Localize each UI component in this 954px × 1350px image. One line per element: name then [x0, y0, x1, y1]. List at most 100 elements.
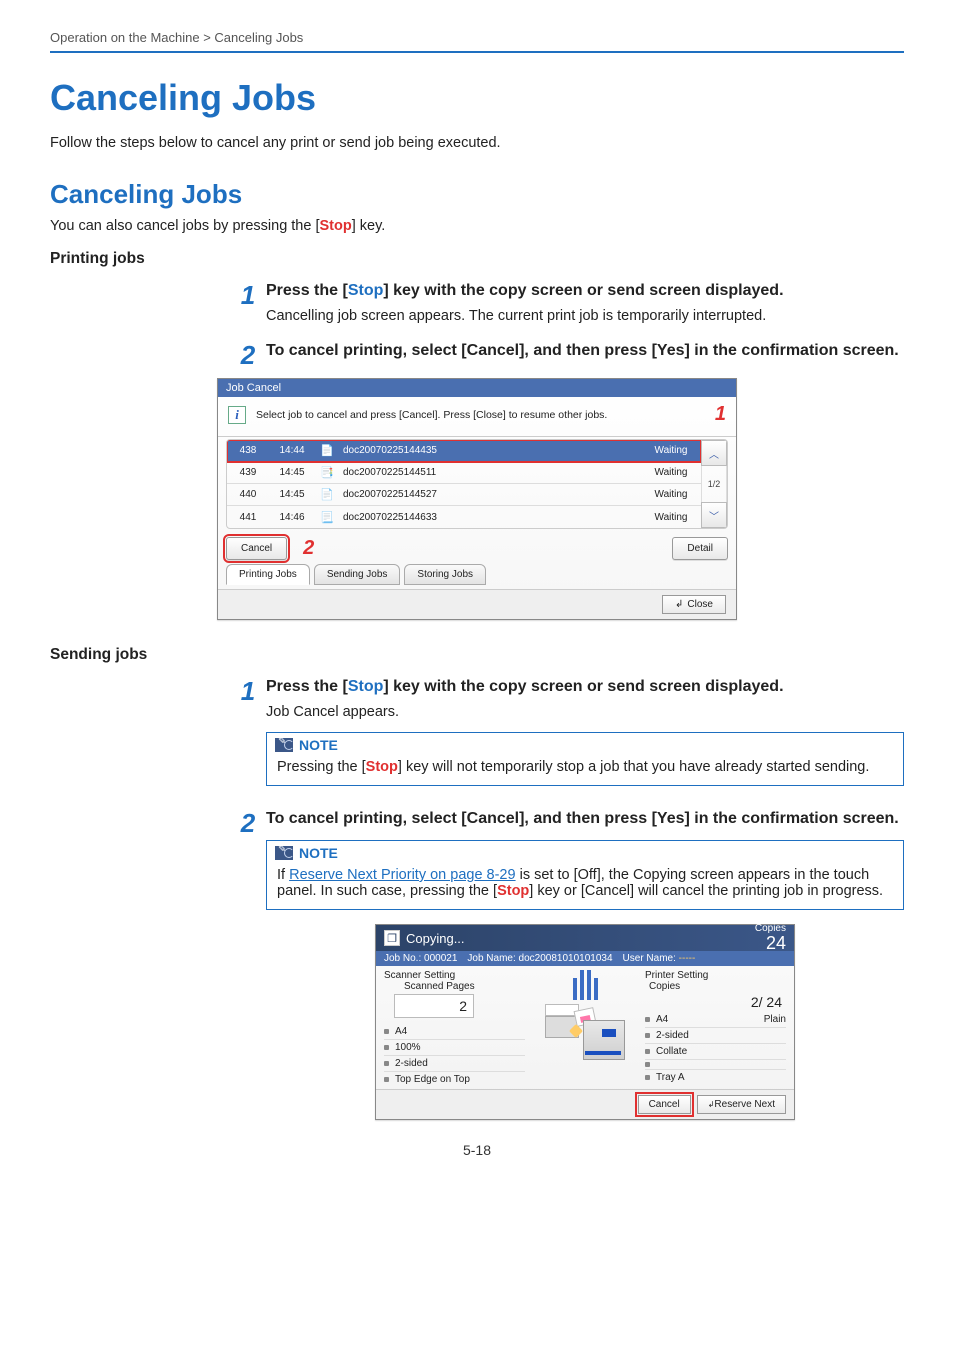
step1-text: Cancelling job screen appears. The curre… — [266, 308, 904, 324]
list-item: Collate — [656, 1046, 687, 1057]
cell-status: Waiting — [641, 512, 701, 523]
callout-2: 2 — [303, 537, 314, 560]
list-item: Tray A — [656, 1072, 685, 1083]
sending-step1-title-b: ] key with the copy screen or send scree… — [383, 678, 783, 695]
reserve-next-link[interactable]: Reserve Next Priority on page 8-29 — [289, 867, 515, 883]
list-item: 100% — [395, 1042, 421, 1053]
doc-type-icon: 📃 — [315, 511, 339, 524]
doc-type-icon: 📄 — [315, 488, 339, 501]
plain-label: Plain — [764, 1014, 786, 1025]
scanner-settings-list: A4 100% 2-sided Top Edge on Top — [384, 1024, 525, 1087]
jobno-value: 000021 — [424, 953, 457, 964]
sending-step1-text: Job Cancel appears. — [266, 704, 904, 720]
copy-cancel-button[interactable]: Cancel — [638, 1095, 691, 1114]
list-item: Top Edge on Top — [395, 1074, 470, 1085]
table-row[interactable]: 440 14:45 📄 doc20070225144527 Waiting — [227, 484, 701, 506]
list-item: A4 — [656, 1014, 668, 1025]
detail-button[interactable]: Detail — [672, 537, 728, 560]
doc-type-icon: 📑 — [315, 466, 339, 479]
sending-step-number-2: 2 — [236, 810, 266, 836]
scroll-down-button[interactable]: ﹀ — [701, 502, 727, 528]
cancel-button[interactable]: Cancel — [226, 537, 287, 560]
scanned-pages-value: 2 — [394, 994, 474, 1018]
cell-num: 440 — [227, 489, 269, 500]
sending-step2-title: To cancel printing, select [Cancel], and… — [266, 810, 904, 828]
table-row[interactable]: 439 14:45 📑 doc20070225144511 Waiting — [227, 462, 701, 484]
note2-a: If — [277, 867, 289, 883]
cell-name: doc20070225144435 — [339, 445, 641, 456]
note-box-1: NOTE Pressing the [Stop] key will not te… — [266, 732, 904, 786]
reserve-next-label: Reserve Next — [714, 1099, 775, 1110]
sending-jobs-heading: Sending jobs — [50, 646, 904, 664]
copies-value: 24 — [755, 934, 786, 952]
bullet-icon — [645, 1049, 650, 1054]
job-table: 438 14:44 📄 doc20070225144435 Waiting 43… — [226, 439, 728, 529]
section-title-h2: Canceling Jobs — [50, 179, 904, 210]
step-number-1: 1 — [236, 282, 266, 308]
note-icon — [275, 738, 293, 752]
subintro-part-a: You can also cancel jobs by pressing the… — [50, 218, 320, 234]
table-row[interactable]: 441 14:46 📃 doc20070225144633 Waiting — [227, 506, 701, 528]
list-item: 2-sided — [656, 1030, 689, 1041]
list-item: A4 — [395, 1026, 407, 1037]
cell-name: doc20070225144527 — [339, 489, 641, 500]
breadcrumb: Operation on the Machine > Canceling Job… — [50, 30, 904, 45]
step-number-2: 2 — [236, 342, 266, 368]
cell-name: doc20070225144633 — [339, 512, 641, 523]
cell-time: 14:44 — [269, 445, 315, 456]
page-title-h1: Canceling Jobs — [50, 77, 904, 119]
note1-a: Pressing the [ — [277, 759, 366, 775]
sending-step-number-1: 1 — [236, 678, 266, 704]
bullet-icon — [384, 1045, 389, 1050]
step2-title: To cancel printing, select [Cancel], and… — [266, 342, 904, 360]
step1-title-b: ] key with the copy screen or send scree… — [383, 282, 783, 299]
close-button[interactable]: ↲Close — [662, 595, 726, 614]
sending-step1-stop: Stop — [348, 678, 384, 695]
step1-stop: Stop — [348, 282, 384, 299]
tab-sending-jobs[interactable]: Sending Jobs — [314, 564, 401, 585]
tab-printing-jobs[interactable]: Printing Jobs — [226, 564, 310, 585]
jobname-value: doc20081010101034 — [519, 953, 613, 964]
note-body-2: If Reserve Next Priority on page 8-29 is… — [267, 865, 903, 909]
note2-stop: Stop — [497, 883, 529, 899]
jobname-label: Job Name: — [467, 953, 515, 964]
scanned-pages-label: Scanned Pages — [384, 981, 525, 992]
sending-step1-title-a: Press the [ — [266, 678, 348, 695]
copying-panel: ❐ Copying... Copies 24 Job No.: 000021 J… — [375, 924, 795, 1120]
doc-type-icon: 📄 — [315, 444, 339, 457]
page-number: 5-18 — [50, 1142, 904, 1158]
cell-status: Waiting — [641, 467, 701, 478]
bullet-icon — [645, 1062, 650, 1067]
note1-b: ] key will not temporarily stop a job th… — [398, 759, 870, 775]
bullet-icon — [645, 1017, 650, 1022]
bullet-icon — [384, 1029, 389, 1034]
panel-title: Job Cancel — [218, 379, 736, 397]
tab-storing-jobs[interactable]: Storing Jobs — [404, 564, 486, 585]
cell-time: 14:45 — [269, 467, 315, 478]
bullet-icon — [645, 1033, 650, 1038]
note-label: NOTE — [299, 737, 338, 753]
reserve-next-button[interactable]: ↲Reserve Next — [697, 1095, 786, 1114]
step1-title-a: Press the [ — [266, 282, 348, 299]
username-label: User Name: — [623, 953, 676, 964]
page-indicator: 1/2 — [701, 466, 727, 502]
info-icon: i — [228, 406, 246, 424]
top-rule — [50, 51, 904, 53]
scroll-up-button[interactable]: ︿ — [701, 440, 727, 466]
table-row[interactable]: 438 14:44 📄 doc20070225144435 Waiting — [227, 440, 701, 462]
printing-jobs-heading: Printing jobs — [50, 250, 904, 268]
cell-status: Waiting — [641, 445, 701, 456]
callout-1: 1 — [715, 403, 726, 426]
cell-time: 14:45 — [269, 489, 315, 500]
note-box-2: NOTE If Reserve Next Priority on page 8-… — [266, 840, 904, 910]
cell-status: Waiting — [641, 489, 701, 500]
cell-time: 14:46 — [269, 512, 315, 523]
jobno-label: Job No.: — [384, 953, 421, 964]
enter-icon: ↲ — [675, 599, 683, 610]
count-display: 2/ 24 — [645, 992, 786, 1012]
printer-settings-list: A4 Plain 2-sided Collate Tray A — [645, 1012, 786, 1085]
device-illustration — [545, 1004, 625, 1060]
note-icon — [275, 846, 293, 860]
cell-num: 438 — [227, 445, 269, 456]
bullet-icon — [384, 1077, 389, 1082]
